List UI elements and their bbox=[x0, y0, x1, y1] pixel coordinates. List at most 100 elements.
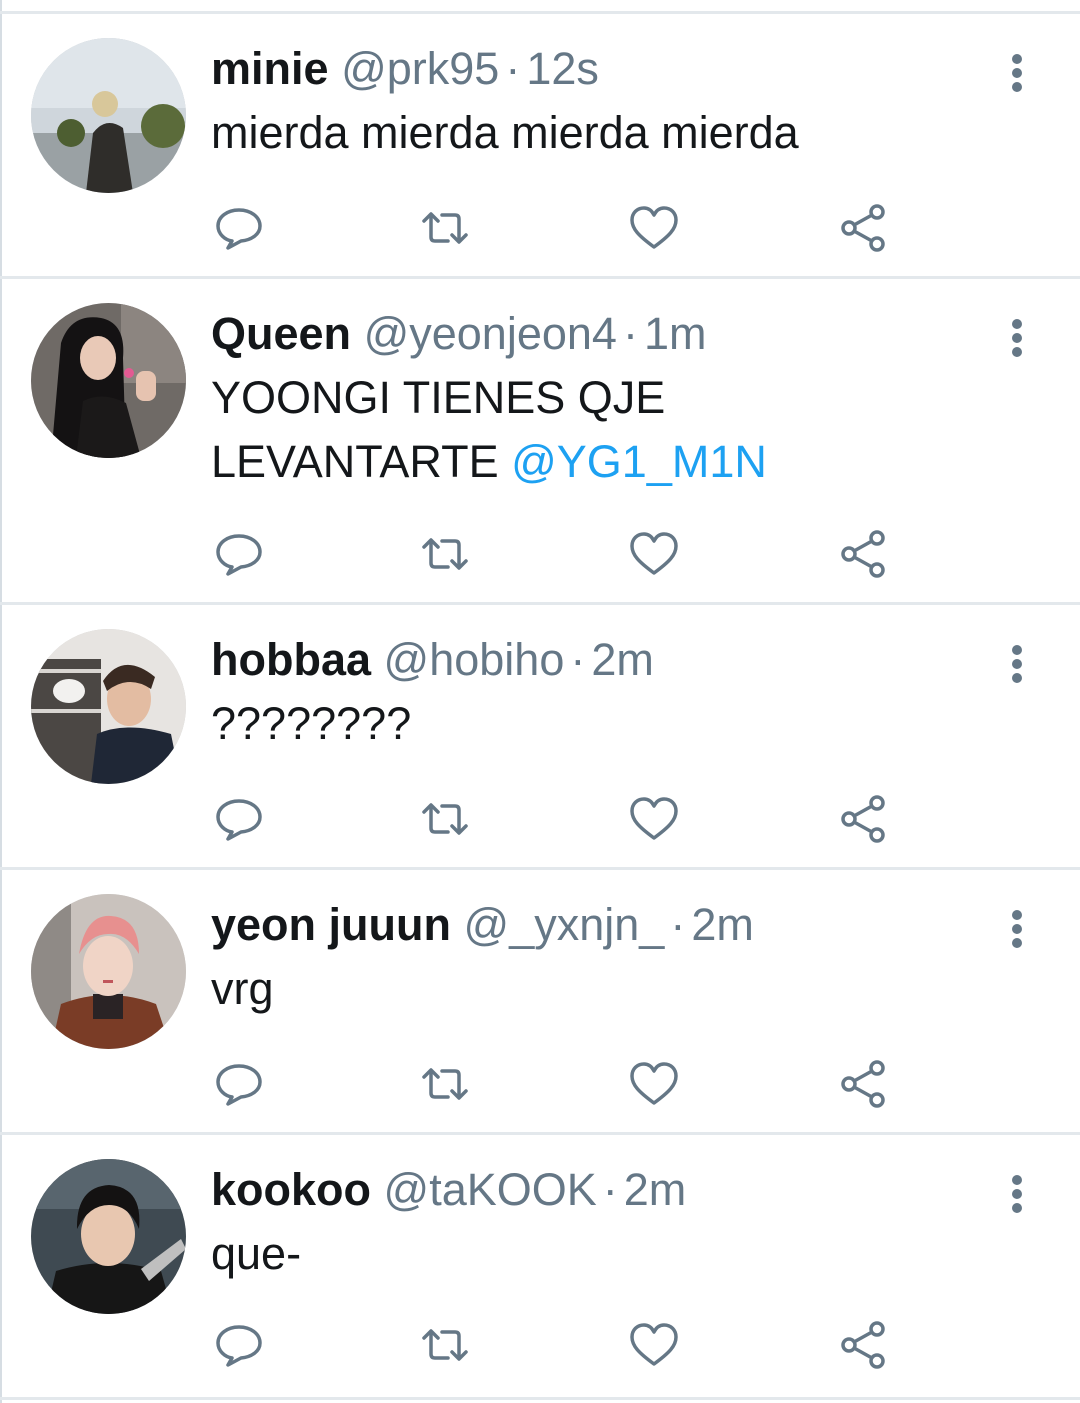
tweet-feed: minie @prk95 · 12s mierda mierda mierda mi… bbox=[0, 0, 1080, 1403]
retweet-button[interactable] bbox=[418, 792, 472, 846]
timestamp[interactable]: 12s bbox=[526, 43, 599, 94]
tweet-text-line: YOONGI TIENES QJE bbox=[211, 372, 666, 423]
timestamp[interactable]: 1m bbox=[644, 308, 707, 359]
like-button[interactable] bbox=[627, 527, 681, 581]
tweet-text: ???????? bbox=[211, 692, 971, 756]
tweet-item[interactable]: kookoo @taKOOK · 2m que- bbox=[0, 1135, 1080, 1400]
tweet-text: vrg bbox=[211, 957, 971, 1021]
reply-button[interactable] bbox=[212, 792, 266, 846]
tweet-item[interactable]: hobbaa @hobiho · 2m ???????? bbox=[0, 605, 1080, 870]
display-name[interactable]: hobbaa bbox=[211, 634, 371, 685]
display-name[interactable]: Queen bbox=[211, 308, 351, 359]
user-handle[interactable]: @taKOOK bbox=[384, 1164, 597, 1215]
tweet-header: kookoo @taKOOK · 2m bbox=[211, 1164, 686, 1216]
avatar[interactable] bbox=[31, 303, 186, 458]
share-icon bbox=[841, 1060, 885, 1108]
tweet-header: yeon juuun @_yxnjn_ · 2m bbox=[211, 899, 754, 951]
user-handle[interactable]: @prk95 bbox=[341, 43, 499, 94]
reply-button[interactable] bbox=[212, 201, 266, 255]
reply-icon bbox=[216, 208, 262, 250]
avatar-image bbox=[31, 894, 186, 1049]
reply-icon bbox=[216, 799, 262, 841]
like-button[interactable] bbox=[627, 201, 681, 255]
separator-dot: · bbox=[622, 308, 638, 359]
more-options-button[interactable] bbox=[1001, 906, 1033, 958]
user-handle[interactable]: @yeonjeon4 bbox=[364, 308, 617, 359]
avatar[interactable] bbox=[31, 894, 186, 1049]
tweet-item[interactable]: yeon juuun @_yxnjn_ · 2m vrg bbox=[0, 870, 1080, 1135]
retweet-button[interactable] bbox=[418, 1318, 472, 1372]
share-button[interactable] bbox=[837, 792, 891, 846]
avatar[interactable] bbox=[31, 629, 186, 784]
more-vertical-icon bbox=[1012, 910, 1022, 948]
timestamp[interactable]: 2m bbox=[591, 634, 654, 685]
share-button[interactable] bbox=[837, 201, 891, 255]
separator-dot: · bbox=[602, 1164, 618, 1215]
reply-button[interactable] bbox=[212, 1318, 266, 1372]
avatar-image bbox=[31, 303, 186, 458]
reply-icon bbox=[216, 534, 262, 576]
like-button[interactable] bbox=[627, 1057, 681, 1111]
more-vertical-icon bbox=[1012, 319, 1022, 357]
retweet-icon bbox=[422, 212, 468, 244]
like-button[interactable] bbox=[627, 792, 681, 846]
like-icon bbox=[630, 1323, 678, 1366]
timestamp[interactable]: 2m bbox=[691, 899, 754, 950]
timestamp[interactable]: 2m bbox=[624, 1164, 687, 1215]
more-options-button[interactable] bbox=[1001, 641, 1033, 693]
share-icon bbox=[841, 1321, 885, 1369]
avatar[interactable] bbox=[31, 38, 186, 193]
separator-dot: · bbox=[505, 43, 521, 94]
tweet-text-line: ???????? bbox=[211, 698, 412, 749]
retweet-button[interactable] bbox=[418, 201, 472, 255]
retweet-icon bbox=[422, 1329, 468, 1361]
separator-dot: · bbox=[570, 634, 586, 685]
tweet-header: hobbaa @hobiho · 2m bbox=[211, 634, 654, 686]
more-vertical-icon bbox=[1012, 645, 1022, 683]
more-options-button[interactable] bbox=[1001, 1171, 1033, 1223]
more-options-button[interactable] bbox=[1001, 315, 1033, 367]
like-icon bbox=[630, 206, 678, 249]
tweet-text-line: vrg bbox=[211, 963, 274, 1014]
reply-icon bbox=[216, 1325, 262, 1367]
reply-icon bbox=[216, 1064, 262, 1106]
avatar-image bbox=[31, 1159, 186, 1314]
tweet-text-line: que- bbox=[211, 1228, 302, 1279]
tweet-text-fragment: LEVANTARTE bbox=[211, 436, 499, 487]
tweet-text-line: mierda mierda mierda mierda bbox=[211, 107, 799, 158]
display-name[interactable]: yeon juuun bbox=[211, 899, 451, 950]
more-vertical-icon bbox=[1012, 1175, 1022, 1213]
mention-link[interactable]: @YG1_M1N bbox=[511, 436, 767, 487]
like-icon bbox=[630, 532, 678, 575]
display-name[interactable]: minie bbox=[211, 43, 329, 94]
retweet-button[interactable] bbox=[418, 1057, 472, 1111]
retweet-icon bbox=[422, 803, 468, 835]
user-handle[interactable]: @_yxnjn_ bbox=[464, 899, 665, 950]
tweet-text: mierda mierda mierda mierda bbox=[211, 101, 971, 165]
retweet-icon bbox=[422, 1068, 468, 1100]
more-options-button[interactable] bbox=[1001, 50, 1033, 102]
tweet-text-line: LEVANTARTE @YG1_M1N bbox=[211, 430, 971, 494]
reply-button[interactable] bbox=[212, 1057, 266, 1111]
share-button[interactable] bbox=[837, 527, 891, 581]
tweet-header: minie @prk95 · 12s bbox=[211, 43, 599, 95]
more-vertical-icon bbox=[1012, 54, 1022, 92]
like-button[interactable] bbox=[627, 1318, 681, 1372]
separator-dot: · bbox=[670, 899, 686, 950]
like-icon bbox=[630, 1062, 678, 1105]
tweet-header: Queen @yeonjeon4 · 1m bbox=[211, 308, 706, 360]
share-icon bbox=[841, 204, 885, 252]
user-handle[interactable]: @hobiho bbox=[384, 634, 565, 685]
share-button[interactable] bbox=[837, 1318, 891, 1372]
retweet-icon bbox=[422, 538, 468, 570]
tweet-item[interactable]: Queen @yeonjeon4 · 1m YOONGI TIENES QJE LE… bbox=[0, 279, 1080, 605]
avatar[interactable] bbox=[31, 1159, 186, 1314]
retweet-button[interactable] bbox=[418, 527, 472, 581]
avatar-image bbox=[31, 629, 186, 784]
avatar-image bbox=[31, 38, 186, 193]
tweet-text: que- bbox=[211, 1222, 971, 1286]
share-button[interactable] bbox=[837, 1057, 891, 1111]
tweet-item[interactable]: minie @prk95 · 12s mierda mierda mierda mi… bbox=[0, 14, 1080, 279]
display-name[interactable]: kookoo bbox=[211, 1164, 371, 1215]
reply-button[interactable] bbox=[212, 527, 266, 581]
